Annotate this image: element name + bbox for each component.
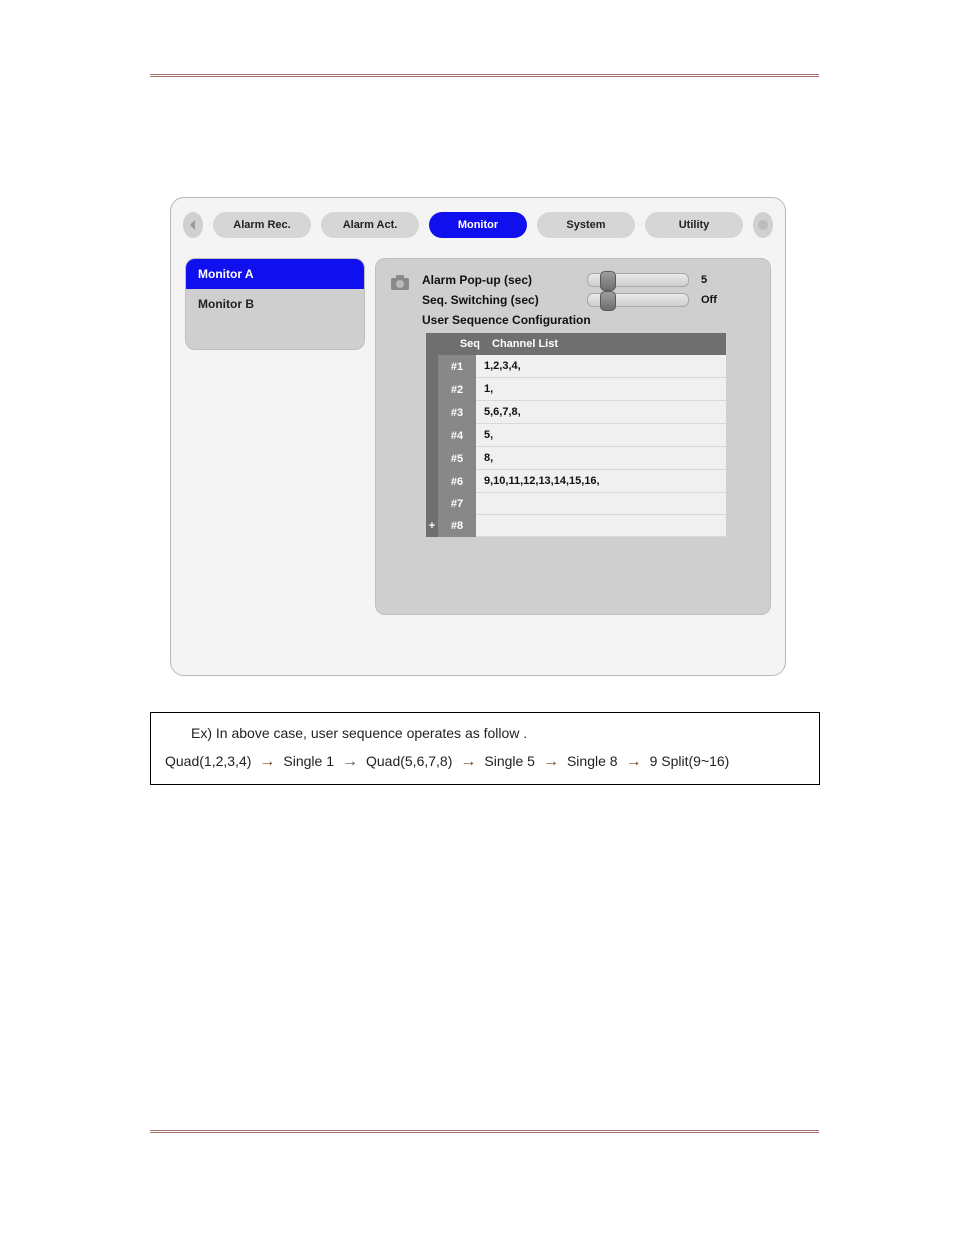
- seq-step: Single 5: [484, 751, 535, 773]
- label-seq-switching: Seq. Switching (sec): [422, 293, 587, 307]
- info-sequence: Quad(1,2,3,4)→Single 1→Quad(5,6,7,8)→Sin…: [165, 751, 805, 773]
- expand-icon: [426, 470, 438, 493]
- info-line1-rest: In above case, user sequence operates as…: [212, 725, 527, 741]
- screenshot-panel: Alarm Rec. Alarm Act. Monitor System Uti…: [170, 197, 786, 676]
- nav-next-button[interactable]: [753, 212, 773, 238]
- seq-step: Quad(1,2,3,4): [165, 751, 251, 773]
- heading-user-sequence: User Sequence Configuration: [422, 313, 752, 327]
- slider-seq-switching[interactable]: [587, 293, 689, 307]
- expand-icon: [426, 493, 438, 515]
- slider-thumb[interactable]: [600, 291, 616, 311]
- nav-prev-button[interactable]: [183, 212, 203, 238]
- table-row[interactable]: #11,2,3,4,: [426, 355, 726, 378]
- info-lead: Ex): [191, 725, 212, 741]
- seq-index: #3: [438, 401, 476, 424]
- expand-icon: [426, 447, 438, 470]
- expand-icon: [426, 401, 438, 424]
- channel-list-value: [476, 493, 726, 515]
- seq-step: Single 8: [567, 751, 618, 773]
- slider-alarm-popup[interactable]: [587, 273, 689, 287]
- col-seq: Seq: [426, 333, 484, 355]
- channel-list-value: 8,: [476, 447, 726, 470]
- footer-rule: [150, 1130, 819, 1133]
- expand-icon[interactable]: +: [426, 515, 438, 537]
- info-line-1: Ex) In above case, user sequence operate…: [165, 723, 805, 745]
- table-row[interactable]: #35,6,7,8,: [426, 401, 726, 424]
- expand-icon: [426, 424, 438, 447]
- main-panel: Alarm Pop-up (sec) 5 Seq. Switching (sec…: [375, 258, 771, 615]
- seq-step: 9 Split(9~16): [650, 751, 730, 773]
- channel-list-value: [476, 515, 726, 537]
- chevron-right-icon: [757, 219, 769, 231]
- value-seq-switching: Off: [701, 294, 727, 306]
- info-box: Ex) In above case, user sequence operate…: [150, 712, 820, 785]
- tab-system[interactable]: System: [537, 212, 635, 238]
- seq-index: #5: [438, 447, 476, 470]
- seq-index: #2: [438, 378, 476, 401]
- arrow-right-icon: →: [622, 754, 646, 770]
- sidebar: Monitor A Monitor B: [185, 258, 365, 350]
- tab-alarm-act[interactable]: Alarm Act.: [321, 212, 419, 238]
- table-row[interactable]: #69,10,11,12,13,14,15,16,: [426, 470, 726, 493]
- table-row[interactable]: #21,: [426, 378, 726, 401]
- tab-alarm-rec[interactable]: Alarm Rec.: [213, 212, 311, 238]
- arrow-right-icon: →: [255, 754, 279, 770]
- tab-utility[interactable]: Utility: [645, 212, 743, 238]
- tab-monitor[interactable]: Monitor: [429, 212, 527, 238]
- arrow-right-icon: →: [539, 754, 563, 770]
- header-rule: [150, 74, 819, 77]
- seq-step: Single 1: [283, 751, 334, 773]
- row-seq-switching: Seq. Switching (sec) Off: [422, 293, 752, 307]
- sidebar-item-monitor-a[interactable]: Monitor A: [186, 259, 364, 289]
- col-channel-list: Channel List: [484, 333, 726, 355]
- seq-index: #4: [438, 424, 476, 447]
- sidebar-item-monitor-b[interactable]: Monitor B: [186, 289, 364, 319]
- arrow-right-icon: →: [338, 754, 362, 770]
- table-row[interactable]: +#8: [426, 515, 726, 537]
- sequence-table: Seq Channel List #11,2,3,4,#21,#35,6,7,8…: [426, 333, 726, 537]
- channel-list-value: 5,: [476, 424, 726, 447]
- table-header-row: Seq Channel List: [426, 333, 726, 355]
- label-alarm-popup: Alarm Pop-up (sec): [422, 273, 587, 287]
- table-row[interactable]: #58,: [426, 447, 726, 470]
- seq-index: #8: [438, 515, 476, 537]
- seq-index: #6: [438, 470, 476, 493]
- channel-list-value: 1,2,3,4,: [476, 355, 726, 378]
- channel-list-value: 5,6,7,8,: [476, 401, 726, 424]
- seq-step: Quad(5,6,7,8): [366, 751, 452, 773]
- expand-icon: [426, 355, 438, 378]
- chevron-left-icon: [187, 219, 199, 231]
- seq-index: #7: [438, 493, 476, 515]
- camera-icon: [390, 273, 410, 291]
- table-row[interactable]: #7: [426, 493, 726, 515]
- tab-bar: Alarm Rec. Alarm Act. Monitor System Uti…: [183, 212, 773, 238]
- row-alarm-popup: Alarm Pop-up (sec) 5: [422, 273, 752, 287]
- slider-thumb[interactable]: [600, 271, 616, 291]
- table-row[interactable]: #45,: [426, 424, 726, 447]
- expand-icon: [426, 378, 438, 401]
- arrow-right-icon: →: [456, 754, 480, 770]
- value-alarm-popup: 5: [701, 274, 727, 286]
- seq-index: #1: [438, 355, 476, 378]
- channel-list-value: 9,10,11,12,13,14,15,16,: [476, 470, 726, 493]
- channel-list-value: 1,: [476, 378, 726, 401]
